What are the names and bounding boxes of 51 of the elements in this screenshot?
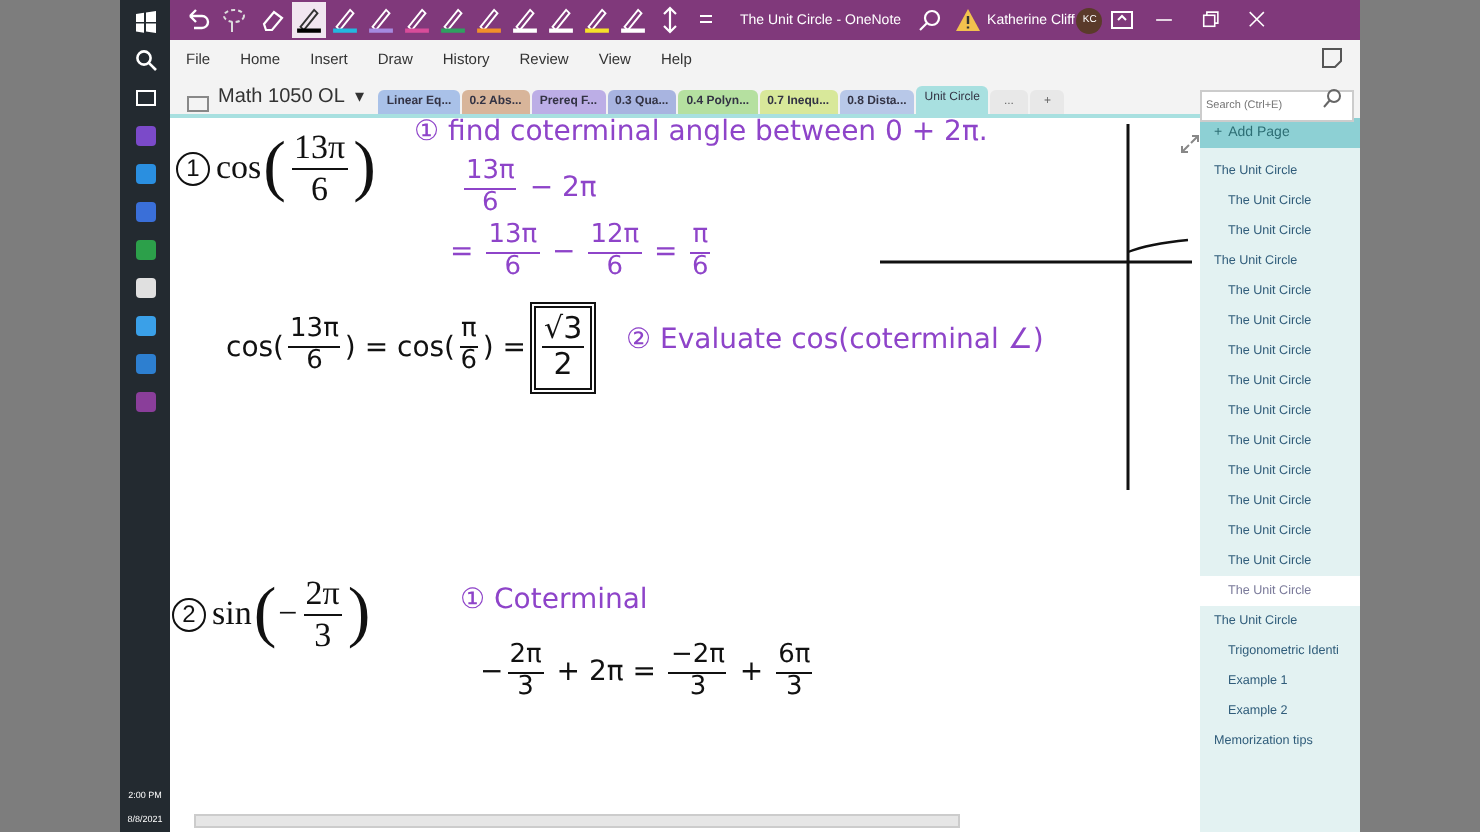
search-icon[interactable] <box>915 6 944 34</box>
handwritten-text: + <box>737 656 766 689</box>
handwritten-fraction: π 6 <box>459 316 479 379</box>
handwritten-fraction: 2π 3 <box>507 642 544 704</box>
ribbon-display-icon[interactable] <box>1108 6 1137 34</box>
math-fraction: 13π 6 <box>292 128 348 209</box>
handwritten-text: = <box>652 236 680 269</box>
math-text: cos <box>216 148 262 189</box>
handwritten-text: ① Coterminal <box>460 584 648 616</box>
caret-icon[interactable]: ▾ <box>354 86 365 106</box>
math-fraction: 2π 3 <box>303 574 342 655</box>
handwritten-fraction: 13π 6 <box>486 222 540 284</box>
warning-icon[interactable] <box>953 6 982 34</box>
handwritten-text: ② Evaluate cos(coterminal ∠) <box>626 324 1044 356</box>
handwritten-text: ) = cos( <box>344 331 456 364</box>
handwritten-text: − 2π <box>527 172 597 205</box>
math-parenthesis: ( <box>253 580 277 649</box>
notebook-icon[interactable] <box>186 94 210 114</box>
task-view-icon[interactable] <box>133 86 157 110</box>
math-parenthesis: ( <box>263 134 286 203</box>
handwritten-text: ) = <box>482 331 527 364</box>
expand-icon[interactable] <box>1180 134 1200 154</box>
handwritten-text: ① find coterminal angle between 0 + 2π. <box>414 118 988 148</box>
handwritten-fraction: 13π 6 <box>464 158 517 220</box>
handwritten-text: = <box>450 236 476 269</box>
problem-number: 1 <box>176 151 210 186</box>
eraser-icon[interactable] <box>258 6 286 34</box>
handwritten-fraction: √3 2 <box>530 302 597 393</box>
handwritten-fraction: 6π 3 <box>776 642 813 704</box>
math-parenthesis: ) <box>353 134 376 203</box>
math-parenthesis: ) <box>347 580 371 649</box>
handwritten-text: + 2π = <box>554 656 658 689</box>
handwritten-text: cos( <box>226 331 285 364</box>
sticky-note-icon[interactable] <box>1320 46 1344 70</box>
handwritten-fraction: 13π 6 <box>288 316 341 379</box>
horizontal-scrollbar[interactable] <box>194 814 960 828</box>
handwritten-fraction: π 6 <box>690 222 711 284</box>
handwritten-fraction: −2π 3 <box>668 642 727 704</box>
windows-icon[interactable] <box>133 10 157 34</box>
app-icon[interactable] <box>133 276 157 300</box>
math-text: − <box>278 594 298 635</box>
lasso-icon[interactable] <box>220 6 248 34</box>
pen-icon[interactable] <box>292 2 326 38</box>
handwritten-text: − <box>480 656 504 689</box>
search-icon[interactable] <box>133 48 157 72</box>
handwritten-fraction: 12π 6 <box>588 222 642 284</box>
app-icon[interactable] <box>133 314 157 338</box>
math-text: sin <box>212 594 252 635</box>
handwritten-text: − <box>550 236 578 269</box>
problem-number: 2 <box>172 597 206 632</box>
notebook-name[interactable]: Math 1050 OL <box>218 86 345 108</box>
